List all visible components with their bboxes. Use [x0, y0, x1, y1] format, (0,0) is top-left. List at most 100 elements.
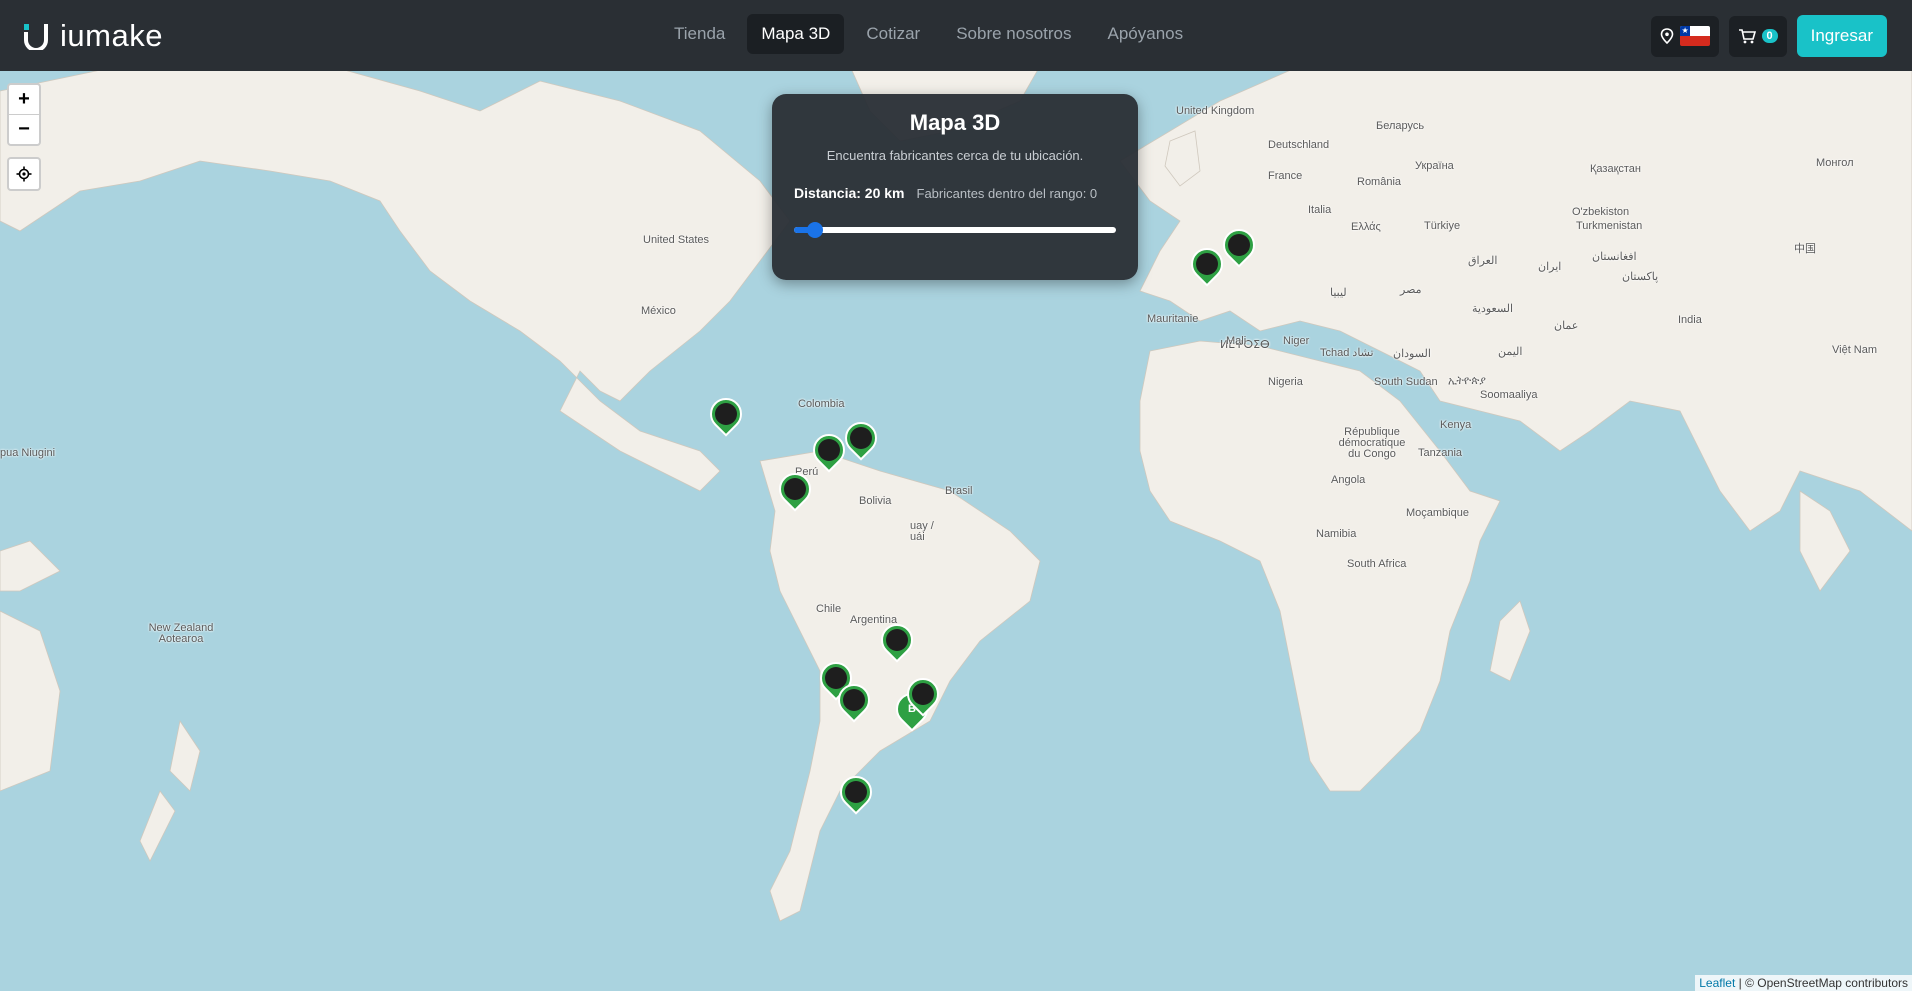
zoom-out-button[interactable]: −	[9, 115, 39, 144]
manufacturer-marker[interactable]	[838, 415, 884, 464]
map-label: Italia	[1308, 204, 1332, 216]
map-label: السعودية	[1472, 303, 1514, 315]
marker-avatar	[843, 689, 865, 711]
cart-count-badge: 0	[1761, 29, 1778, 43]
nav-cotizar[interactable]: Cotizar	[852, 14, 934, 54]
panel-title: Mapa 3D	[909, 110, 1001, 135]
map-label: South Sudan	[1374, 376, 1438, 388]
map-label: Türkiye	[1424, 220, 1461, 232]
map-label: Niger	[1283, 335, 1310, 347]
top-navbar: iumake Tienda Mapa 3D Cotizar Sobre noso…	[0, 0, 1912, 71]
map-label: Беларусь	[1376, 120, 1425, 132]
panel-subtitle: Encuentra fabricantes cerca de tu ubicac…	[826, 148, 1084, 163]
nav-mapa-3d[interactable]: Mapa 3D	[747, 14, 845, 54]
map-label: Namibia	[1316, 528, 1357, 540]
map-label: Bolivia	[859, 495, 892, 507]
map-label: pua Niugini	[0, 447, 56, 459]
map-label: India	[1678, 314, 1702, 326]
marker-avatar	[912, 683, 934, 705]
map-label: العراق	[1468, 255, 1498, 267]
manufacturer-marker[interactable]	[874, 617, 920, 666]
crosshair-icon	[16, 166, 32, 182]
map-label: Ελλάς	[1351, 221, 1381, 233]
map-label: Mali	[1226, 335, 1247, 347]
location-selector[interactable]: ★	[1650, 15, 1719, 57]
map-label: République démocratique du Congo	[1338, 426, 1406, 460]
map-label: uay / uái	[910, 520, 934, 543]
location-pin-icon	[1660, 28, 1673, 44]
distance-slider[interactable]	[794, 222, 1116, 238]
map-label: ليبيا	[1330, 287, 1347, 299]
zoom-control: + −	[7, 83, 41, 146]
map-label: Mauritanie	[1147, 313, 1199, 325]
map-filter-panel: Mapa 3D Encuentra fabricantes cerca de t…	[772, 94, 1138, 280]
distance-label: Distancia: 20 km	[794, 185, 905, 201]
map-label: New Zealand Aotearoa	[148, 622, 214, 645]
slider-thumb[interactable]	[807, 222, 823, 238]
map-label: France	[1268, 170, 1303, 182]
map-label: ኢትዮጵያ	[1448, 375, 1486, 387]
leaflet-link[interactable]: Leaflet	[1699, 976, 1735, 990]
map-label: ایران	[1538, 261, 1562, 273]
map-label: Қазақстан	[1590, 163, 1641, 175]
map-label: Монгол	[1816, 157, 1854, 169]
map-label: Tchad تشاد	[1320, 347, 1374, 359]
map-label: Nigeria	[1268, 376, 1303, 388]
logo-text: iumake	[60, 17, 163, 53]
login-button[interactable]: Ingresar	[1796, 15, 1887, 57]
marker-avatar	[818, 439, 840, 461]
nav-apoyanos[interactable]: Apóyanos	[1094, 14, 1198, 54]
marker-avatar	[850, 427, 872, 449]
chile-flag-icon: ★	[1679, 26, 1710, 46]
nav-tienda[interactable]: Tienda	[660, 14, 739, 54]
manufacturer-marker[interactable]	[833, 769, 879, 818]
map-label: Brasil	[945, 485, 973, 497]
map-label: عمان	[1554, 320, 1579, 332]
map-label: پاکستان	[1622, 271, 1659, 283]
logo[interactable]: iumake	[22, 18, 163, 54]
marker-avatar	[886, 629, 908, 651]
map-label: United Kingdom	[1176, 105, 1255, 117]
map-label: United States	[643, 234, 710, 246]
marker-avatar	[784, 478, 806, 500]
map-label: Україна	[1415, 160, 1454, 172]
map-label: Chile	[816, 603, 842, 615]
map-label: افغانستان	[1592, 251, 1637, 263]
cart-button[interactable]: 0	[1728, 15, 1787, 57]
map-label: O'zbekiston	[1572, 206, 1630, 218]
nav-sobre-nosotros[interactable]: Sobre nosotros	[942, 14, 1085, 54]
map-label: 中国	[1794, 243, 1816, 255]
map-label: Moçambique	[1406, 507, 1469, 519]
map-label: Soomaaliya	[1480, 389, 1538, 401]
manufacturers-in-range: Fabricantes dentro del rango: 0	[916, 185, 1098, 201]
marker-avatar	[845, 781, 867, 803]
marker-avatar	[1196, 253, 1218, 275]
map-label: Colombia	[798, 398, 845, 410]
manufacturer-marker[interactable]	[703, 391, 749, 440]
locate-button[interactable]	[7, 157, 41, 191]
manufacturer-marker[interactable]	[1184, 241, 1230, 290]
map-attribution: Leaflet | © OpenStreetMap contributors	[1695, 975, 1912, 991]
manufacturer-marker[interactable]	[900, 671, 946, 720]
osm-attribution: | © OpenStreetMap contributors	[1735, 976, 1908, 990]
map-label: Kenya	[1440, 419, 1472, 431]
iumake-logo-icon	[24, 23, 48, 50]
distance-row: Distancia: 20 km Fabricantes dentro del …	[794, 185, 1116, 201]
manufacturer-marker[interactable]	[831, 677, 877, 726]
manufacturer-marker[interactable]	[772, 466, 818, 515]
map-label: Việt Nam	[1832, 344, 1878, 356]
map-label: România	[1357, 176, 1402, 188]
map-label: South Africa	[1347, 558, 1407, 570]
main-nav: Tienda Mapa 3D Cotizar Sobre nosotros Ap…	[660, 14, 1197, 54]
map-label: مصر	[1400, 284, 1422, 296]
zoom-in-button[interactable]: +	[9, 85, 39, 115]
map-label: السودان	[1393, 348, 1431, 360]
map-label: México	[641, 305, 676, 317]
manufacturer-marker[interactable]	[1216, 222, 1262, 271]
map-label: Angola	[1331, 474, 1366, 486]
map-label: اليمن	[1498, 346, 1523, 358]
cart-icon	[1738, 29, 1756, 44]
manufacturer-marker[interactable]	[806, 427, 852, 476]
map-label: Deutschland	[1268, 139, 1330, 151]
map-label: Turkmenistan	[1576, 220, 1643, 232]
